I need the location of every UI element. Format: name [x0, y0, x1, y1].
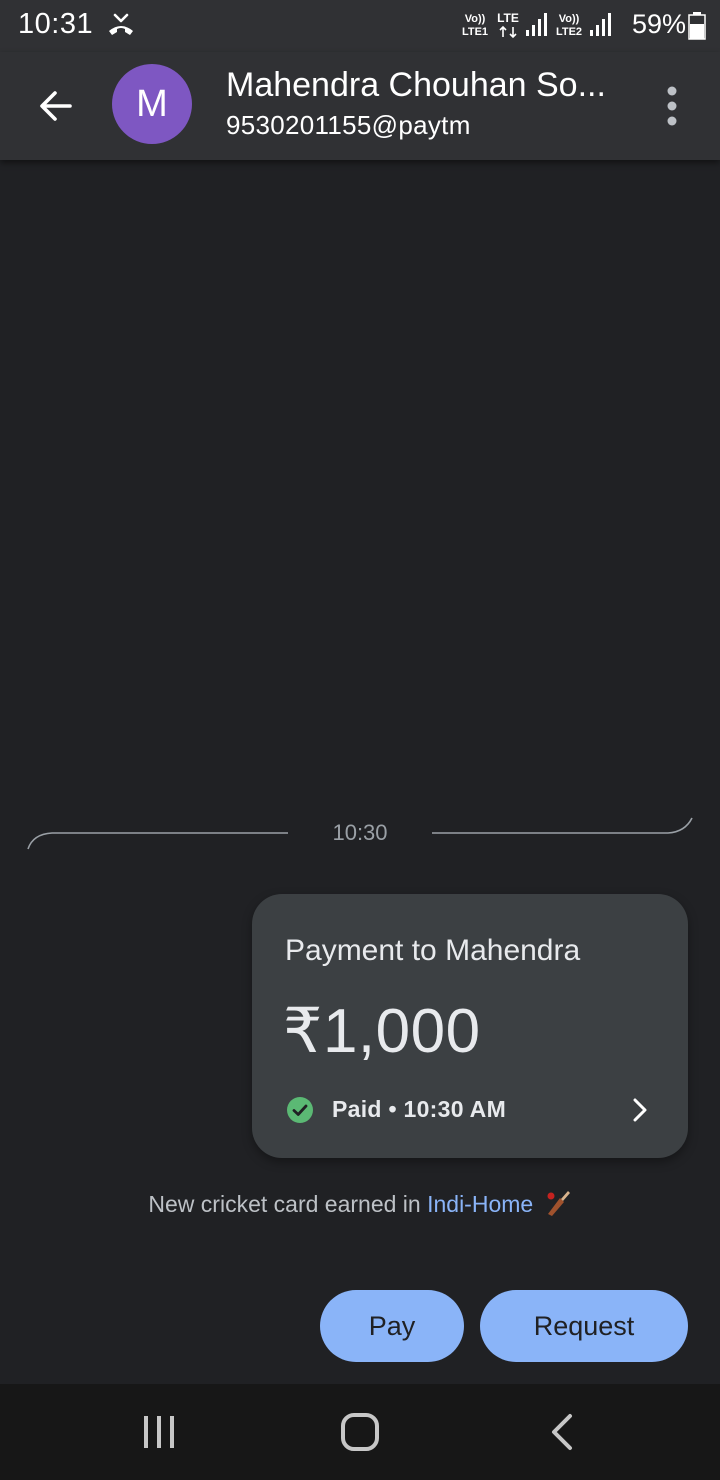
svg-text:LTE2: LTE2 [556, 26, 582, 38]
svg-text:Vo)): Vo)) [465, 13, 486, 25]
missed-call-icon [109, 13, 133, 35]
svg-text:LTE1: LTE1 [462, 26, 488, 38]
reward-note: New cricket card earned in Indi-Home [0, 1188, 720, 1218]
navigation-bar [0, 1384, 720, 1480]
sim2-volte-icon: Vo)) LTE2 [556, 13, 582, 38]
battery-icon [688, 12, 706, 40]
signal-icon [590, 13, 611, 36]
pay-button[interactable]: Pay [320, 1290, 464, 1362]
svg-text:LTE: LTE [497, 11, 519, 25]
check-circle-icon [287, 1097, 313, 1123]
sim1-volte-icon: Vo)) LTE1 [462, 13, 488, 38]
more-vert-icon [667, 86, 677, 126]
more-options-button[interactable] [652, 80, 692, 132]
lte-data-icon: LTE [497, 11, 519, 39]
home-icon[interactable] [336, 1408, 384, 1456]
cricket-bat-icon [547, 1191, 570, 1216]
reward-link[interactable]: Indi-Home [427, 1191, 533, 1217]
battery-percent: 59% [632, 9, 687, 39]
contact-upi-id: 9530201155@paytm [226, 110, 471, 140]
back-button[interactable] [26, 78, 86, 134]
message-timestamp: 10:30 [332, 820, 388, 845]
svg-text:Vo)): Vo)) [559, 13, 580, 25]
app-bar: M Mahendra Chouhan So... 9530201155@payt… [0, 52, 720, 160]
contact-name[interactable]: Mahendra Chouhan So... [226, 66, 636, 105]
recents-icon[interactable] [136, 1408, 182, 1456]
payment-title: Payment to Mahendra [285, 934, 581, 967]
avatar-letter: M [136, 82, 168, 125]
payment-card[interactable]: Payment to Mahendra ₹1,000 Paid • 10:30 … [252, 894, 688, 1158]
reward-note-text: New cricket card earned in [148, 1191, 428, 1217]
signal-icon [526, 13, 547, 36]
back-icon[interactable] [540, 1408, 584, 1456]
screen: 10:31 Vo)) LTE1 LTE Vo)) LTE2 59% M Mahe… [0, 0, 720, 1480]
back-arrow-icon [40, 91, 72, 121]
payment-amount: ₹1,000 [283, 997, 481, 1066]
request-button[interactable]: Request [480, 1290, 688, 1362]
status-time: 10:31 [18, 8, 94, 40]
status-bar: 10:31 Vo)) LTE1 LTE Vo)) LTE2 59% [0, 0, 720, 52]
payment-status: Paid • 10:30 AM [332, 1096, 507, 1122]
chevron-right-icon [633, 1098, 647, 1122]
avatar[interactable]: M [112, 64, 192, 144]
